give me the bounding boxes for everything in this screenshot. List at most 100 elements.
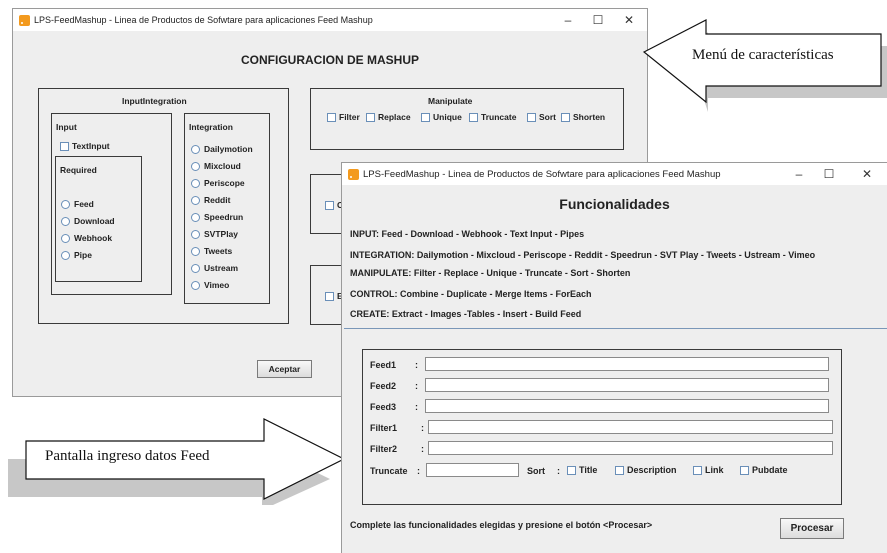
func-titlebar: LPS-FeedMashup - Linea de Productos de S… xyxy=(342,163,887,185)
checkbox-filter[interactable]: Filter xyxy=(327,112,360,122)
radio-label: Webhook xyxy=(74,233,113,243)
radio-icon xyxy=(191,195,200,205)
radio-icon xyxy=(191,161,200,171)
radio-ustream[interactable]: Ustream xyxy=(191,263,238,273)
radio-label: Pipe xyxy=(74,250,92,260)
checkbox-truncate[interactable]: Truncate xyxy=(469,112,516,122)
checkbox-label: Truncate xyxy=(481,112,517,122)
checkbox-label: Title xyxy=(579,465,598,475)
minimize-button[interactable]: – xyxy=(557,12,579,28)
func-line-control: CONTROL: Combine - Duplicate - Merge Ite… xyxy=(350,289,592,299)
input-label: Input xyxy=(56,122,77,132)
checkbox-label: Shorten xyxy=(573,112,606,122)
truncate-input[interactable] xyxy=(426,463,519,477)
radio-svtplay[interactable]: SVTPlay xyxy=(191,229,238,239)
separator xyxy=(344,328,887,329)
rss-icon xyxy=(19,14,30,26)
radio-tweets[interactable]: Tweets xyxy=(191,246,232,256)
close-button[interactable]: ✕ xyxy=(856,166,878,182)
radio-label: Ustream xyxy=(204,263,239,273)
filter1-colon: : xyxy=(421,423,424,433)
filter2-label: Filter2 xyxy=(370,444,398,454)
accept-button[interactable]: Aceptar xyxy=(257,360,312,378)
radio-icon xyxy=(61,250,70,260)
checkbox-sort[interactable]: Sort xyxy=(527,112,556,122)
func-line-manipulate: MANIPULATE: Filter - Replace - Unique - … xyxy=(350,268,631,278)
radio-webhook[interactable]: Webhook xyxy=(61,233,112,243)
radio-icon xyxy=(191,246,200,256)
sort-title-checkbox[interactable]: Title xyxy=(567,465,597,475)
checkbox-icon xyxy=(740,465,749,475)
checkbox-label: Sort xyxy=(539,112,556,122)
integration-label: Integration xyxy=(189,122,233,132)
screen-callout-text: Pantalla ingreso datos Feed xyxy=(45,448,210,464)
radio-icon xyxy=(61,199,70,209)
radio-icon xyxy=(191,263,200,273)
maximize-button[interactable]: ☐ xyxy=(818,166,840,182)
radio-speedrun[interactable]: Speedrun xyxy=(191,212,243,222)
sort-pubdate-checkbox[interactable]: Pubdate xyxy=(740,465,788,475)
radio-download[interactable]: Download xyxy=(61,216,115,226)
sort-description-checkbox[interactable]: Description xyxy=(615,465,677,475)
radio-icon xyxy=(191,280,200,290)
input-integration-group: InputIntegration Input TextInput Require… xyxy=(38,88,289,324)
filter2-input[interactable] xyxy=(428,441,833,455)
truncate-label: Truncate xyxy=(370,466,408,476)
menu-callout-arrow xyxy=(642,19,887,112)
config-heading: CONFIGURACION DE MASHUP xyxy=(240,53,419,67)
radio-mixcloud[interactable]: Mixcloud xyxy=(191,161,241,171)
func-window-title: LPS-FeedMashup - Linea de Productos de S… xyxy=(363,168,721,180)
checkbox-shorten[interactable]: Shorten xyxy=(561,112,605,122)
radio-vimeo[interactable]: Vimeo xyxy=(191,280,229,290)
radio-icon xyxy=(191,178,200,188)
checkbox-unique[interactable]: Unique xyxy=(421,112,462,122)
maximize-button[interactable]: ☐ xyxy=(587,12,609,28)
func-heading: Funcionalidades xyxy=(559,196,670,212)
feed2-input[interactable] xyxy=(425,378,829,392)
checkbox-label: Filter xyxy=(339,112,360,122)
checkbox-icon xyxy=(561,112,570,122)
menu-callout-text: Menú de características xyxy=(692,47,834,63)
filter2-colon: : xyxy=(421,444,424,454)
radio-icon xyxy=(61,216,70,226)
radio-label: Vimeo xyxy=(204,280,230,290)
feed3-label: Feed3 xyxy=(370,402,397,412)
feed1-input[interactable] xyxy=(425,357,829,371)
checkbox-label: Description xyxy=(627,465,677,475)
radio-feed[interactable]: Feed xyxy=(61,199,94,209)
radio-label: Tweets xyxy=(204,246,233,256)
checkbox-icon xyxy=(327,112,336,122)
radio-dailymotion[interactable]: Dailymotion xyxy=(191,144,253,154)
func-line-input: INPUT: Feed - Download - Webhook - Text … xyxy=(350,229,585,239)
radio-label: Periscope xyxy=(204,178,245,188)
radio-reddit[interactable]: Reddit xyxy=(191,195,230,205)
feed3-input[interactable] xyxy=(425,399,829,413)
filter1-input[interactable] xyxy=(428,420,833,434)
truncate-colon: : xyxy=(417,466,420,476)
sort-link-checkbox[interactable]: Link xyxy=(693,465,724,475)
radio-periscope[interactable]: Periscope xyxy=(191,178,245,188)
checkbox-icon xyxy=(325,200,334,210)
radio-pipe[interactable]: Pipe xyxy=(61,250,92,260)
manipulate-group: Manipulate Filter Replace Unique Truncat… xyxy=(310,88,624,150)
rss-icon xyxy=(348,168,359,180)
filter1-label: Filter1 xyxy=(370,423,398,433)
sort-label: Sort xyxy=(527,466,545,476)
checkbox-replace[interactable]: Replace xyxy=(366,112,411,122)
textinput-checkbox[interactable]: TextInput xyxy=(60,141,110,151)
textinput-label: TextInput xyxy=(72,141,110,151)
func-window: LPS-FeedMashup - Linea de Productos de S… xyxy=(341,162,887,553)
radio-icon xyxy=(61,233,70,243)
checkbox-label: Pubdate xyxy=(752,465,788,475)
radio-label: Feed xyxy=(74,199,94,209)
process-button[interactable]: Procesar xyxy=(780,518,844,539)
radio-label: Reddit xyxy=(204,195,231,205)
feed1-colon: : xyxy=(415,360,418,370)
checkbox-label: Replace xyxy=(378,112,411,122)
radio-label: Speedrun xyxy=(204,212,244,222)
checkbox-icon xyxy=(693,465,702,475)
radio-icon xyxy=(191,212,200,222)
required-group: Required Feed Download Webhook Pipe xyxy=(55,156,142,282)
config-window-title: LPS-FeedMashup - Linea de Productos de S… xyxy=(34,15,373,25)
minimize-button[interactable]: – xyxy=(788,166,810,182)
